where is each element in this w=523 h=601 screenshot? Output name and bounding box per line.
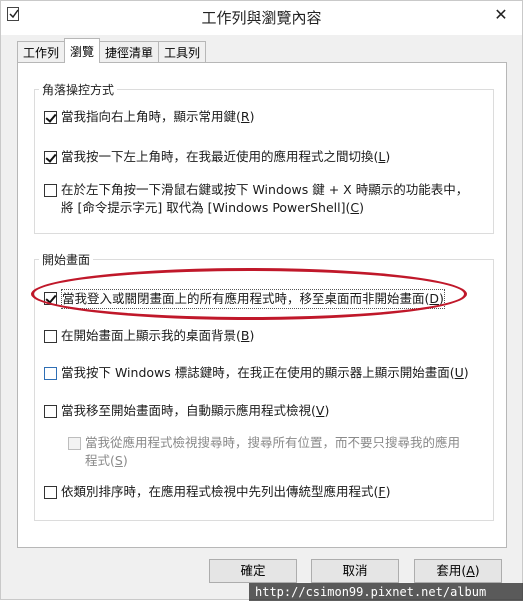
option-desktop-background[interactable]: 在開始畫面上顯示我的桌面背景(B) [44,327,254,345]
apply-button[interactable]: 套用(A) [414,559,502,583]
option-start-on-active-display[interactable]: 當我按下 Windows 標誌鍵時，在我正在使用的顯示器上顯示開始畫面(U) [44,364,469,382]
tab-taskbar[interactable]: 工作列 [17,41,66,63]
option-show-charms[interactable]: 當我指向右上角時，顯示常用鍵(R) [44,108,254,126]
corner-navigation-legend: 角落操控方式 [39,81,118,98]
option-switch-apps-label: 當我按一下左上角時，在我最近使用的應用程式之間切換(L) [61,149,391,164]
option-start-on-active-display-label: 當我按下 Windows 標誌鍵時，在我正在使用的顯示器上顯示開始畫面(U) [61,365,469,380]
tab-jump-lists[interactable]: 捷徑清單 [99,41,160,63]
dialog-window: 工作列與瀏覽內容 ✕ 工作列 瀏覽 捷徑清單 工具列 角落操控方式 當我指向右上… [0,0,523,601]
option-go-to-desktop[interactable]: 當我登入或關閉畫面上的所有應用程式時，移至桌面而非開始畫面(D) [44,289,445,309]
option-powershell[interactable]: 在於左下角按一下滑鼠右鍵或按下 Windows 鍵 + X 時顯示的功能表中， … [44,181,468,217]
checkbox-show-apps-view[interactable] [44,405,57,418]
window-title: 工作列與瀏覽內容 [201,9,322,27]
option-go-to-desktop-label: 當我登入或關閉畫面上的所有應用程式時，移至桌面而非開始畫面(D) [61,289,445,309]
tab-bar: 工作列 瀏覽 捷徑清單 工具列 [17,38,207,63]
close-icon[interactable]: ✕ [490,5,512,25]
start-screen-legend: 開始畫面 [39,251,94,268]
tab-toolbars[interactable]: 工具列 [158,41,207,63]
watermark-url: http://csimon99.pixnet.net/album [249,583,523,601]
option-show-charms-label: 當我指向右上角時，顯示常用鍵(R) [61,109,255,124]
option-switch-apps[interactable]: 當我按一下左上角時，在我最近使用的應用程式之間切換(L) [44,148,390,166]
tab-panel-navigation: 角落操控方式 當我指向右上角時，顯示常用鍵(R) 當我按一下左上角時，在我最近使… [17,62,507,548]
checkbox-powershell[interactable] [44,184,57,197]
checkbox-switch-apps[interactable] [44,151,57,164]
option-search-everywhere-label: 當我從應用程式檢視搜尋時，搜尋所有位置，而不要只搜尋我的應用 程式(S) [85,435,461,468]
option-list-desktop-apps-first[interactable]: 依類別排序時，在應用程式檢視中先列出傳統型應用程式(F) [44,483,390,501]
checkbox-show-charms[interactable] [44,111,57,124]
ok-button[interactable]: 確定 [209,559,297,583]
option-list-desktop-apps-first-label: 依類別排序時，在應用程式檢視中先列出傳統型應用程式(F) [61,484,391,499]
option-show-apps-view[interactable]: 當我移至開始畫面時，自動顯示應用程式檢視(V) [44,402,329,420]
option-desktop-background-label: 在開始畫面上顯示我的桌面背景(B) [61,328,255,343]
tab-navigation[interactable]: 瀏覽 [64,38,101,63]
cancel-button[interactable]: 取消 [311,559,399,583]
title-bar: 工作列與瀏覽內容 ✕ [1,1,522,35]
option-search-everywhere: 當我從應用程式檢視搜尋時，搜尋所有位置，而不要只搜尋我的應用 程式(S) [68,434,460,470]
option-powershell-label: 在於左下角按一下滑鼠右鍵或按下 Windows 鍵 + X 時顯示的功能表中， … [61,182,469,215]
option-show-apps-view-label: 當我移至開始畫面時，自動顯示應用程式檢視(V) [61,403,330,418]
checkbox-start-on-active-display[interactable] [44,367,57,380]
checkbox-desktop-background[interactable] [44,330,57,343]
checkbox-search-everywhere [68,437,81,450]
checkbox-go-to-desktop[interactable] [44,292,57,305]
checkbox-list-desktop-apps-first[interactable] [44,486,57,499]
